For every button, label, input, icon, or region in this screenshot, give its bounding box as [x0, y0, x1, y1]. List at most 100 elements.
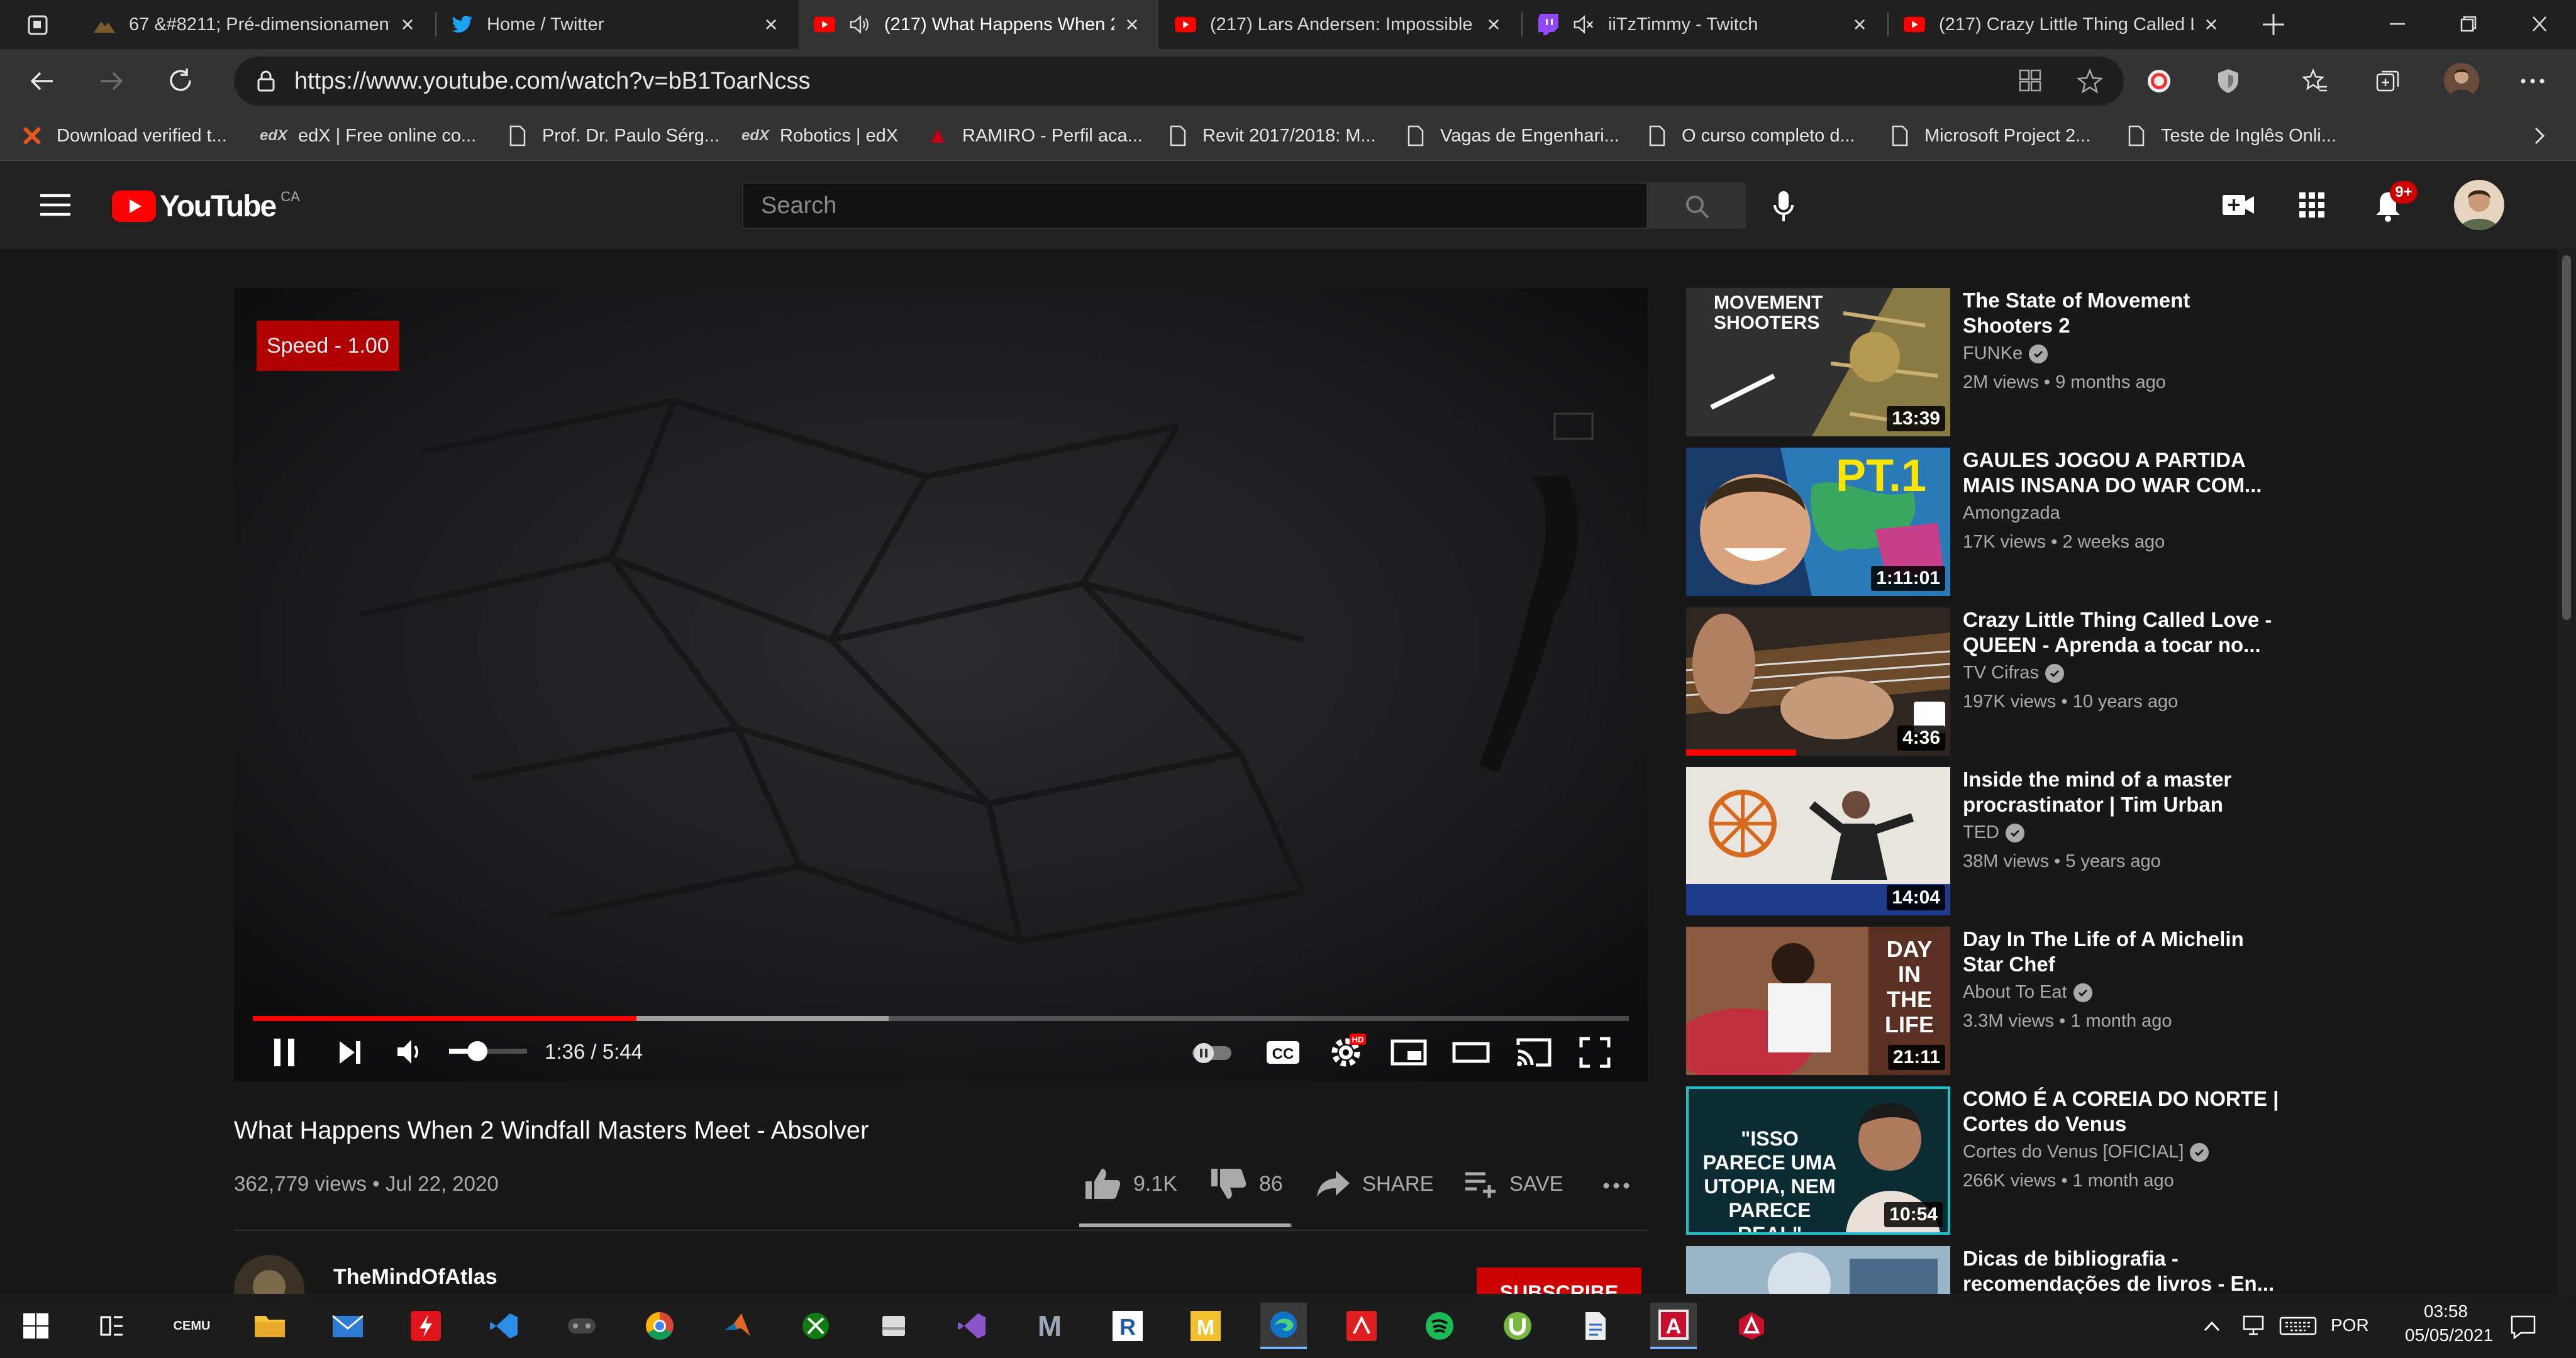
apps-grid-icon[interactable] [2018, 68, 2043, 93]
volume-slider[interactable] [449, 1041, 527, 1061]
page-scrollbar[interactable] [2557, 249, 2576, 1294]
mail-icon[interactable] [325, 1303, 371, 1349]
video-thumbnail[interactable]: PT.1 1:11:01 [1686, 448, 1950, 596]
muted-speaker-icon[interactable] [1573, 14, 1594, 35]
utorrent-icon[interactable] [1494, 1303, 1541, 1349]
next-button[interactable] [335, 1037, 365, 1068]
restore-icon[interactable] [2454, 11, 2482, 36]
tab-2[interactable]: (217) What Happens When 2 Windfall Maste… [799, 0, 1158, 49]
miniplayer-button[interactable] [1390, 1037, 1428, 1068]
volume-knob[interactable] [467, 1041, 487, 1061]
cast-button[interactable] [1514, 1036, 1553, 1069]
recommendation-item[interactable]: "ISSO PARECE UMA UTOPIA, NEM PARECE REAL… [1686, 1086, 2315, 1235]
tab-0[interactable]: 67 &#8211; Pré-dimensionamento × [79, 0, 434, 49]
document-icon[interactable] [1572, 1303, 1619, 1349]
youtube-logo[interactable]: YouTube CA [112, 189, 300, 224]
address-bar[interactable]: https://www.youtube.com/watch?v=bB1ToarN… [234, 57, 2124, 106]
recommendation-item[interactable]: MOVEMENT SHOOTERS 13:39 The State of Mov… [1686, 288, 2315, 436]
favorite-star-icon[interactable] [2077, 68, 2103, 94]
cemu-icon[interactable]: CEMU [169, 1303, 215, 1349]
extension-record-icon[interactable] [2145, 67, 2174, 96]
bookmark-item[interactable]: Prof. Dr. Paulo Sérg... [507, 112, 719, 160]
reload-icon[interactable] [166, 67, 195, 96]
video-thumbnail[interactable]: DAY IN THE LIFE 21:11 [1686, 927, 1950, 1075]
channel-avatar[interactable] [234, 1255, 304, 1294]
channel-name[interactable]: TheMindOfAtlas [333, 1265, 497, 1289]
notification-center-icon[interactable] [2509, 1313, 2537, 1340]
tab-5[interactable]: (217) Crazy Little Thing Called Love × [1889, 0, 2238, 49]
file-explorer-icon[interactable] [247, 1303, 293, 1349]
microphone-icon[interactable] [1771, 189, 1796, 224]
close-icon[interactable]: × [1121, 11, 1143, 38]
video-player[interactable]: Speed - 1.00 1:36 / 5:44 CC HD [234, 288, 1648, 1081]
close-icon[interactable]: × [1482, 11, 1505, 38]
chevron-up-icon[interactable] [2201, 1315, 2223, 1337]
vpn-icon[interactable] [1728, 1303, 1775, 1349]
close-icon[interactable]: × [760, 11, 782, 38]
bookmark-item[interactable]: Revit 2017/2018: M... [1167, 112, 1376, 160]
scrollbar-thumb[interactable] [2562, 255, 2571, 620]
vscode-icon[interactable] [480, 1303, 527, 1349]
close-icon[interactable]: × [1848, 11, 1871, 38]
search-input[interactable]: Search [742, 182, 1648, 229]
video-thumbnail[interactable]: 4:36 [1686, 607, 1950, 756]
tab-3[interactable]: (217) Lars Andersen: Impossible × [1160, 0, 1520, 49]
autocad-icon[interactable]: A [1650, 1303, 1697, 1349]
bookmark-item[interactable]: edX edX | Free online co... [260, 112, 476, 160]
apps-grid-icon[interactable] [2298, 191, 2326, 219]
bookmark-item[interactable]: RAMIRO - Perfil aca... [927, 112, 1143, 160]
visual-studio-icon[interactable] [948, 1303, 995, 1349]
settings-button[interactable]: HD [1327, 1030, 1367, 1070]
tab-actions-icon[interactable] [25, 13, 50, 38]
recommendation-item[interactable]: DAY IN THE LIFE 21:11 Day In The Life of… [1686, 927, 2315, 1075]
more-options-icon[interactable] [2518, 67, 2547, 96]
edge-icon[interactable] [1260, 1303, 1307, 1349]
menu-hamburger-icon[interactable] [39, 192, 72, 218]
save-button[interactable]: SAVE [1463, 1162, 1563, 1206]
keyboard-icon[interactable] [2278, 1314, 2318, 1337]
bookmark-item[interactable]: Teste de Inglês Onli... [2126, 112, 2336, 160]
subtitles-button[interactable]: CC [1265, 1037, 1301, 1068]
storage-icon[interactable] [870, 1303, 917, 1349]
share-button[interactable]: SHARE [1314, 1162, 1434, 1206]
forward-arrow-icon[interactable] [97, 67, 126, 96]
video-thumbnail[interactable]: "ISSO PARECE UMA UTOPIA, NEM PARECE REAL… [1686, 1086, 1950, 1235]
lock-icon[interactable] [254, 69, 278, 93]
video-thumbnail[interactable]: MOVEMENT SHOOTERS 13:39 [1686, 288, 1950, 436]
recommendation-item[interactable]: 4:36 Crazy Little Thing Called Love - QU… [1686, 607, 2315, 756]
gamepad-icon[interactable] [558, 1303, 605, 1349]
bookmark-item[interactable]: Microsoft Project 2... [1889, 112, 2090, 160]
language-indicator[interactable]: POR [2331, 1315, 2369, 1335]
network-icon[interactable] [2240, 1314, 2265, 1337]
recommendation-item[interactable]: PT.1 1:11:01 GAULES JOGOU A PARTIDA MAIS… [1686, 448, 2315, 596]
shield-icon[interactable] [2214, 67, 2243, 96]
fullscreen-button[interactable] [1579, 1036, 1611, 1069]
acrobat-icon[interactable] [1338, 1303, 1385, 1349]
recommendation-item[interactable]: 14:04 Inside the mind of a master procra… [1686, 767, 2315, 915]
window-close-icon[interactable] [2526, 11, 2553, 36]
like-button[interactable]: 9.1K [1083, 1162, 1177, 1206]
flash-icon[interactable] [402, 1303, 449, 1349]
video-thumbnail[interactable]: 14:04 [1686, 767, 1950, 915]
user-avatar[interactable] [2454, 180, 2504, 230]
xbox-icon[interactable] [792, 1303, 839, 1349]
video-thumbnail[interactable] [1686, 1246, 1950, 1294]
new-tab-icon[interactable] [2259, 10, 2288, 39]
chrome-icon[interactable] [636, 1303, 683, 1349]
clock[interactable]: 03:58 05/05/2021 [2405, 1301, 2493, 1345]
pause-button[interactable] [269, 1035, 299, 1070]
volume-button[interactable] [395, 1036, 426, 1068]
bookmark-item[interactable]: Vagas de Engenhari... [1405, 112, 1619, 160]
close-icon[interactable]: × [2200, 11, 2223, 38]
close-icon[interactable]: × [396, 11, 419, 38]
bookmark-item[interactable]: Download verified t... [21, 112, 227, 160]
tab-4[interactable]: iiTzTimmy - Twitch × [1523, 0, 1886, 49]
minimize-icon[interactable] [2384, 11, 2411, 36]
theater-mode-button[interactable] [1452, 1037, 1491, 1068]
start-icon[interactable] [13, 1303, 59, 1349]
spotify-icon[interactable] [1416, 1303, 1463, 1349]
subscribe-button[interactable]: SUBSCRIBE [1477, 1267, 1641, 1294]
collections-icon[interactable] [2373, 67, 2402, 96]
matlab-icon[interactable] [714, 1303, 761, 1349]
dislike-button[interactable]: 86 [1209, 1162, 1283, 1206]
